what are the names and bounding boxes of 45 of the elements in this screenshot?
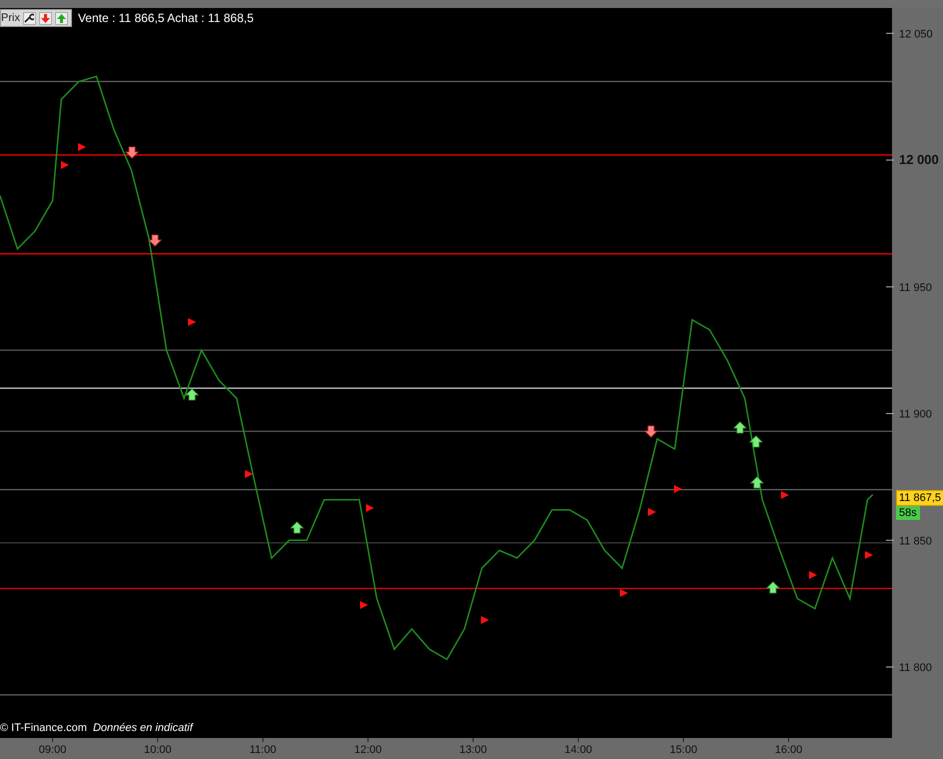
pointer-arrow-icon <box>481 616 489 624</box>
up-arrow-icon <box>766 581 780 594</box>
time-tick-label: 09:00 <box>38 744 66 756</box>
up-arrow-icon <box>733 421 747 434</box>
price-label: Prix <box>1 12 20 24</box>
down-arrow-icon <box>125 146 139 159</box>
wrench-icon[interactable] <box>22 12 36 24</box>
up-arrow-icon <box>750 476 764 488</box>
last-price-tag: 11 867,5 <box>896 490 943 506</box>
price-tick-label: 12 000 <box>899 152 939 168</box>
pointer-arrow-icon <box>188 318 196 326</box>
pointer-arrow-icon <box>360 601 368 609</box>
price-tick-label: 11 950 <box>899 282 932 294</box>
copyright-text: © IT-Finance.com <box>0 722 87 734</box>
time-tick-label: 15:00 <box>670 744 698 756</box>
time-tick-label: 10:00 <box>144 744 172 756</box>
bid-ask-quote: Vente : 11 866,5 Achat : 11 868,5 <box>78 11 254 25</box>
time-tick-label: 16:00 <box>774 744 802 756</box>
pointer-arrow-icon <box>61 161 69 169</box>
down-arrow-icon[interactable] <box>38 12 52 24</box>
pointer-arrow-icon <box>674 485 682 493</box>
time-tick-label: 12:00 <box>354 744 382 756</box>
pointer-arrow-icon <box>809 571 817 579</box>
time-tick-label: 11:00 <box>250 744 276 756</box>
time-tick-label: 13:00 <box>459 744 487 756</box>
pointer-arrow-icon <box>648 508 656 516</box>
pointer-arrow-icon <box>865 551 873 559</box>
price-tick-label: 12 050 <box>899 28 933 40</box>
price-tick-label: 11 900 <box>899 408 932 421</box>
disclaimer-text: Données en indicatif <box>92 722 193 734</box>
pointer-arrow-icon <box>366 504 374 512</box>
price-tick-label: 11 850 <box>899 535 932 548</box>
price-tick-label: 11 800 <box>899 662 932 674</box>
pointer-arrow-icon <box>781 491 789 499</box>
pointer-arrow-icon <box>78 143 86 151</box>
pointer-arrow-icon <box>245 470 253 478</box>
up-arrow-icon[interactable] <box>54 12 68 24</box>
pointer-arrow-icon <box>620 589 628 597</box>
up-arrow-icon <box>185 388 199 400</box>
up-arrow-icon <box>290 521 304 534</box>
countdown-tag: 58s <box>896 506 920 520</box>
down-arrow-icon <box>644 426 658 438</box>
time-tick-label: 14:00 <box>564 744 592 756</box>
down-arrow-icon <box>148 234 162 247</box>
up-arrow-icon <box>749 435 763 448</box>
